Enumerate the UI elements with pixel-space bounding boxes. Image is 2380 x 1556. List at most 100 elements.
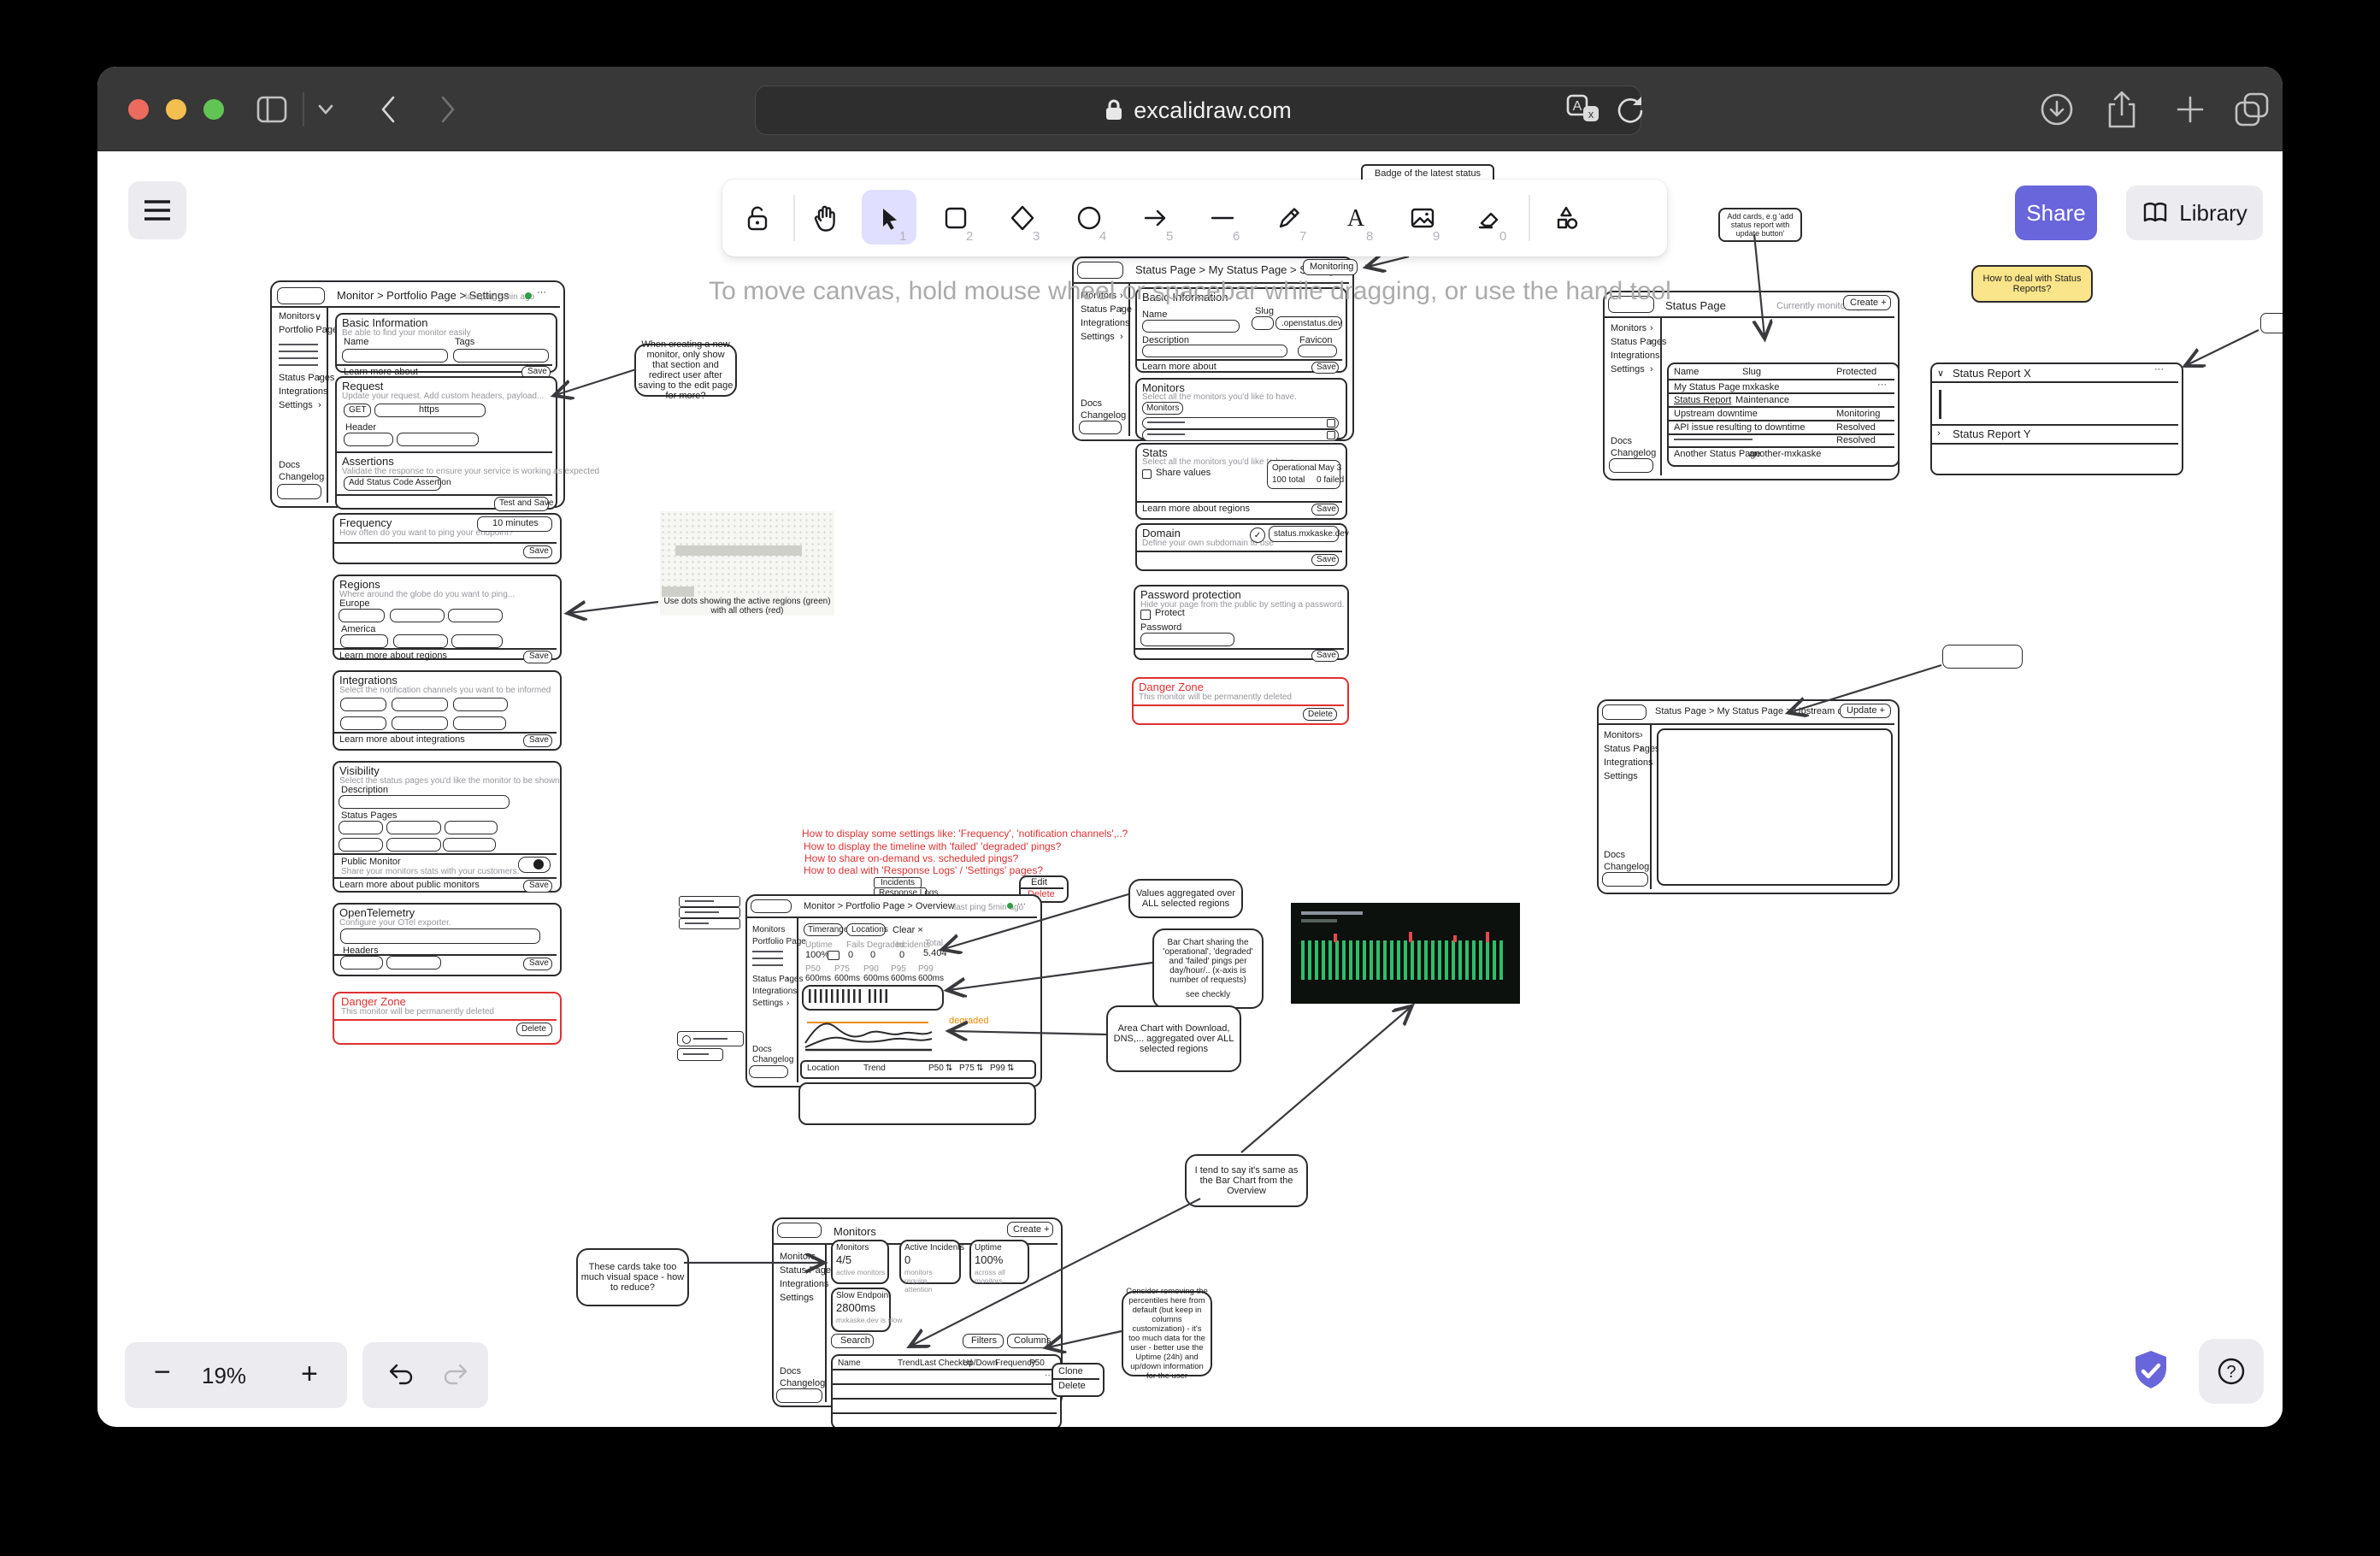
favicon-input[interactable] xyxy=(1298,345,1337,357)
sidebar-item-changelog[interactable]: Changelog xyxy=(780,1378,825,1388)
sidebar-item-settings[interactable]: Settings xyxy=(752,999,783,1008)
header-key-input[interactable] xyxy=(344,433,393,446)
name-input[interactable] xyxy=(342,349,448,362)
share-page-icon[interactable] xyxy=(2101,85,2142,133)
main-menu-button[interactable] xyxy=(128,181,186,239)
sidebar-item-status-pages[interactable]: Status Pages xyxy=(780,1265,835,1276)
password-input[interactable] xyxy=(1140,633,1234,646)
integration-toggle[interactable] xyxy=(340,716,386,730)
workspace-box[interactable] xyxy=(679,918,740,929)
protect-checkbox[interactable] xyxy=(1140,610,1151,620)
sidebar-item-settings[interactable]: Settings xyxy=(780,1293,814,1303)
status-page-toggle[interactable] xyxy=(339,821,383,834)
empty-label-box[interactable] xyxy=(1942,645,2023,669)
sidebar-item-changelog[interactable]: Changelog xyxy=(1081,410,1126,421)
otel-endpoint-input[interactable] xyxy=(340,928,540,944)
row-overflow[interactable]: ··· xyxy=(1877,380,1887,390)
red-question-2[interactable]: How to display the timeline with 'failed… xyxy=(804,840,1061,852)
region-toggle[interactable] xyxy=(339,609,385,622)
sort-icon[interactable]: ⇅ xyxy=(976,1064,983,1073)
sidebar-item-changelog[interactable]: Changelog xyxy=(279,472,324,482)
sidebar-item-monitors[interactable]: Monitors xyxy=(780,1252,816,1262)
fullscreen-window-button[interactable] xyxy=(203,99,224,120)
note-add-cards[interactable]: Add cards, e.g 'add status report with u… xyxy=(1718,208,1802,242)
sidebar-item-integrations[interactable]: Integrations xyxy=(279,386,327,397)
share-button[interactable]: Share xyxy=(2015,186,2097,240)
redo-button[interactable] xyxy=(438,1358,475,1392)
back-button[interactable] xyxy=(373,89,404,130)
monitor-row[interactable] xyxy=(1142,417,1339,429)
sidebar-item-docs[interactable]: Docs xyxy=(752,1045,772,1054)
tab-status-report[interactable]: Status Report xyxy=(1674,395,1731,405)
menu-item-edit[interactable]: Edit xyxy=(1031,877,1047,887)
status-report-x-title[interactable]: Status Report X xyxy=(1953,367,2031,380)
region-toggle[interactable] xyxy=(390,609,445,622)
incident-name[interactable]: Upstream downtime xyxy=(1674,409,1758,419)
chevron-down-icon[interactable]: ∨ xyxy=(1937,368,1944,379)
red-question-3[interactable]: How to share on-demand vs. scheduled pin… xyxy=(804,852,1018,864)
sort-icon[interactable]: ⇅ xyxy=(946,1064,952,1073)
tab-overview-icon[interactable] xyxy=(2230,87,2274,132)
zoom-in-button[interactable]: + xyxy=(301,1358,318,1391)
sticky-status-reports[interactable]: How to deal with Status Reports? xyxy=(1971,265,2093,303)
incident-name[interactable]: API issue resulting to downtime xyxy=(1674,422,1805,433)
hand-tool-icon[interactable] xyxy=(808,201,842,235)
sidebar-item-monitors[interactable]: Monitors xyxy=(752,925,785,934)
sidebar-item-monitors[interactable]: Monitors xyxy=(1611,323,1647,333)
undo-button[interactable] xyxy=(381,1358,419,1392)
sidebar-item-monitors[interactable]: Monitors xyxy=(279,311,315,321)
sidebar-item-docs[interactable]: Docs xyxy=(780,1366,801,1376)
sidebar-item-portfolio-page[interactable]: Portfolio Page xyxy=(752,937,806,946)
workspace-box[interactable] xyxy=(679,896,740,907)
region-toggle[interactable] xyxy=(448,609,503,622)
learn-more-link[interactable]: Learn more about regions xyxy=(1142,504,1250,514)
red-question-1[interactable]: How to display some settings like: 'Freq… xyxy=(802,828,1128,840)
close-window-button[interactable] xyxy=(128,99,149,120)
sidebar-item-docs[interactable]: Docs xyxy=(279,460,300,470)
menu-item-delete[interactable]: Delete xyxy=(1058,1381,1086,1391)
status-page-toggle[interactable] xyxy=(386,838,441,852)
sidebar-item-settings[interactable]: Settings xyxy=(279,400,313,410)
forward-button[interactable] xyxy=(433,89,463,130)
sidebar-item-changelog[interactable]: Changelog xyxy=(752,1055,793,1064)
sidebar-item-changelog[interactable]: Changelog xyxy=(1604,862,1649,872)
sidebar-item-portfolio-page[interactable]: Portfolio Page xyxy=(279,325,338,335)
account-box[interactable] xyxy=(677,1048,723,1061)
status-page-toggle[interactable] xyxy=(443,838,496,852)
sidebar-item-status-pages[interactable]: Status Pages xyxy=(752,975,803,984)
region-toggle[interactable] xyxy=(393,634,448,648)
note-area-chart[interactable]: Area Chart with Download, DNS,... aggreg… xyxy=(1106,1005,1241,1072)
learn-more-link[interactable]: Learn more about integrations xyxy=(339,734,465,745)
sidebar-item-settings[interactable]: Settings xyxy=(1611,364,1645,374)
encryption-shield-icon[interactable] xyxy=(2129,1347,2173,1397)
sidebar-item-monitors[interactable]: Monitors xyxy=(1081,291,1116,301)
sidebar-item-docs[interactable]: Docs xyxy=(1611,436,1632,446)
overflow-menu[interactable]: ··· xyxy=(2154,364,2164,374)
sidebar-item-monitors[interactable]: Monitors xyxy=(1604,730,1640,740)
note-bar-chart[interactable]: Bar Chart sharing the 'operational', 'de… xyxy=(1152,928,1264,1009)
integration-toggle[interactable] xyxy=(453,716,506,730)
monitor-row[interactable] xyxy=(1142,429,1339,441)
sidebar-toggle-icon[interactable] xyxy=(253,92,291,127)
note-values-aggregated[interactable]: Values aggregated over ALL selected regi… xyxy=(1128,879,1243,918)
sidebar-item-integrations[interactable]: Integrations xyxy=(752,987,797,996)
description-input[interactable] xyxy=(339,795,510,809)
otel-header-key-input[interactable] xyxy=(340,956,383,970)
integration-toggle[interactable] xyxy=(453,698,508,711)
sidebar-item-changelog[interactable]: Changelog xyxy=(1611,448,1656,458)
tab-maintenance[interactable]: Maintenance xyxy=(1735,395,1789,405)
learn-more-link[interactable]: Learn more about xyxy=(1142,362,1217,372)
tags-input[interactable] xyxy=(453,349,549,362)
otel-header-value-input[interactable] xyxy=(386,956,441,970)
sidebar-item-settings[interactable]: Settings xyxy=(1604,771,1638,781)
sort-icon[interactable]: ⇅ xyxy=(1007,1064,1014,1073)
overflow-menu[interactable]: ··· xyxy=(1364,260,1374,270)
overflow-menu[interactable]: ··· xyxy=(537,287,546,298)
status-report-y-title[interactable]: Status Report Y xyxy=(1953,427,2031,440)
row-status-page-name[interactable]: Another Status Page xyxy=(1674,449,1761,459)
menu-item-clone[interactable]: Clone xyxy=(1058,1366,1083,1376)
help-button[interactable]: ? xyxy=(2199,1339,2264,1404)
reload-icon[interactable] xyxy=(1611,91,1648,128)
new-tab-icon[interactable] xyxy=(2170,91,2211,128)
monitor-checkbox[interactable] xyxy=(1327,419,1335,427)
